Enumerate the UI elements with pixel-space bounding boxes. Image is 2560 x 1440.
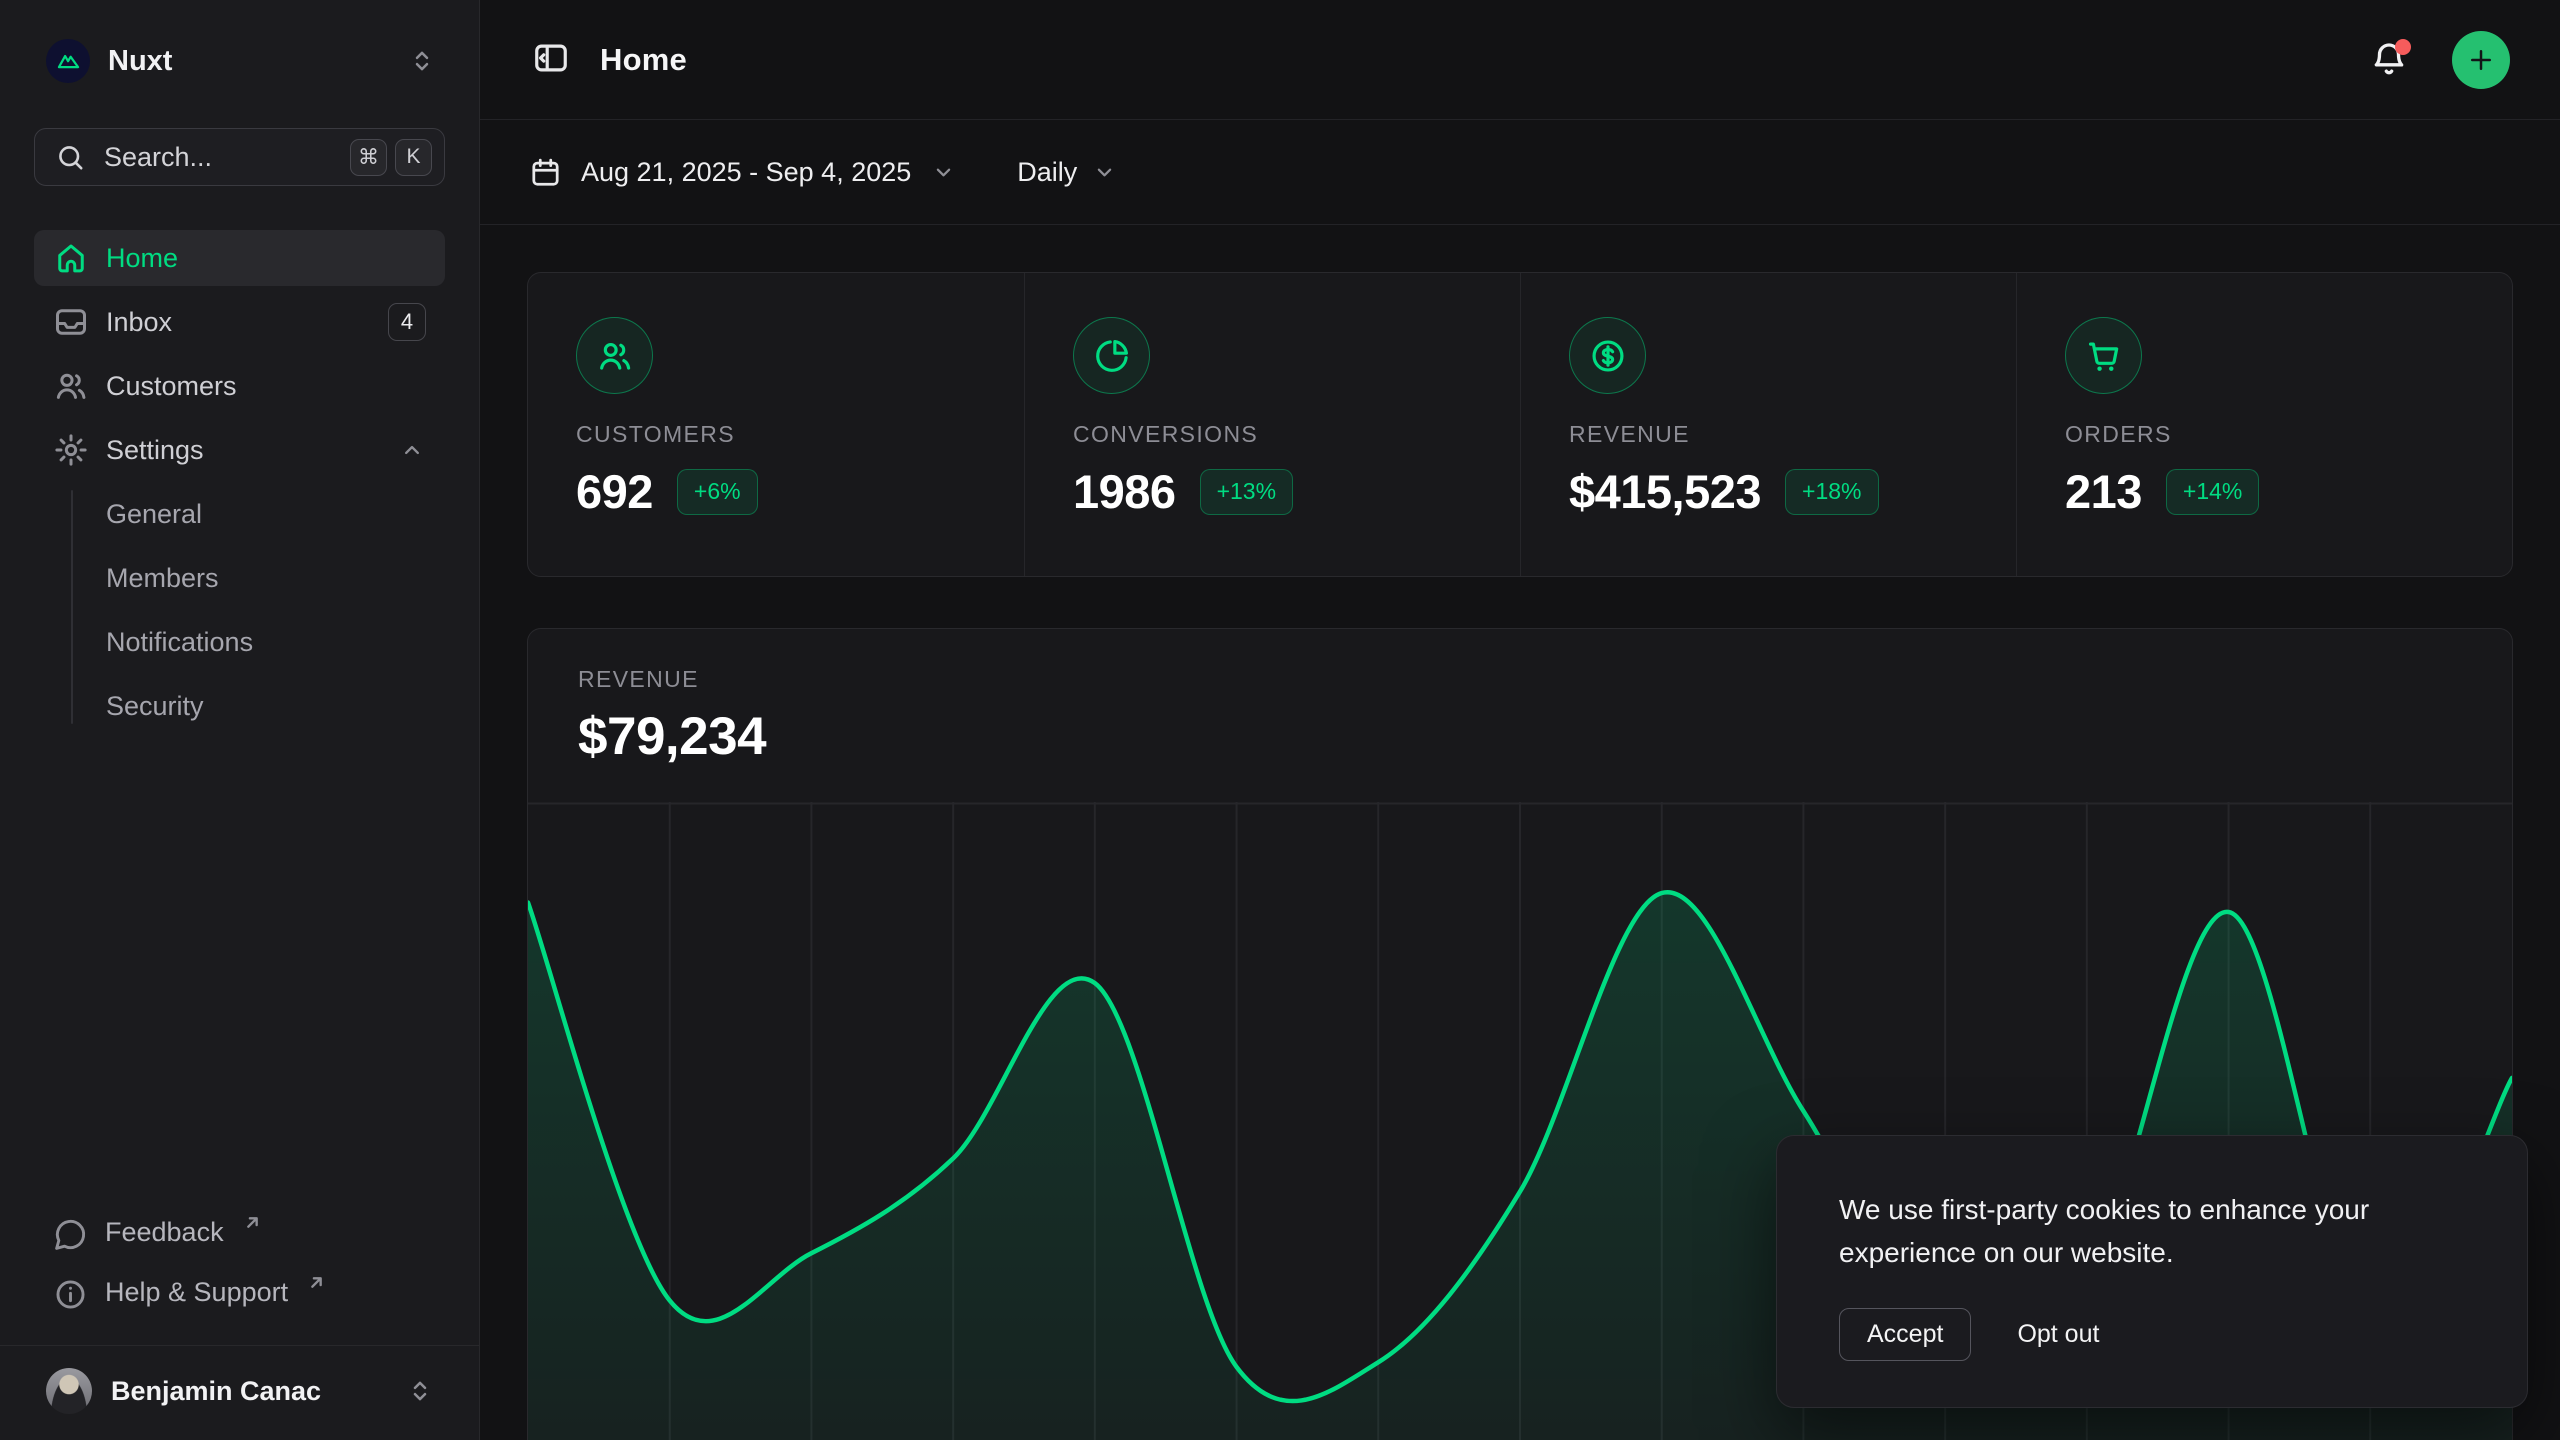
inbox-count-badge: 4	[388, 303, 426, 341]
sidebar-subitem-notifications[interactable]: Notifications	[34, 614, 445, 670]
kbd-k: K	[395, 139, 432, 176]
cookie-actions: Accept Opt out	[1839, 1308, 2465, 1361]
stats-summary-card: CUSTOMERS 692 +6% CONVERSIONS 1986 +13%	[527, 272, 2513, 577]
top-header: Home	[480, 0, 2560, 120]
sidebar-item-label: Settings	[106, 435, 204, 466]
accept-button[interactable]: Accept	[1839, 1308, 1971, 1361]
chevron-up-icon	[398, 436, 426, 464]
granularity-label: Daily	[1017, 157, 1077, 188]
avatar	[46, 1368, 92, 1414]
pie-chart-icon	[1093, 337, 1131, 375]
stat-value: $415,523	[1569, 464, 1761, 519]
header-actions	[2368, 31, 2510, 89]
stat-value: 213	[2065, 464, 2142, 519]
sidebar-item-label: Inbox	[106, 307, 172, 338]
stat-revenue[interactable]: REVENUE $415,523 +18%	[1520, 273, 2016, 576]
sidebar-item-label: Customers	[106, 371, 237, 402]
external-link-icon	[243, 1213, 262, 1232]
sidebar-subitem-security[interactable]: Security	[34, 678, 445, 734]
sidebar-item-label: Home	[106, 243, 178, 274]
chevron-down-icon	[1091, 159, 1118, 186]
filter-toolbar: Aug 21, 2025 - Sep 4, 2025 Daily	[480, 120, 2560, 225]
page-title: Home	[600, 42, 687, 78]
search-shortcut: ⌘ K	[350, 139, 432, 176]
collapse-sidebar-button[interactable]	[529, 38, 573, 82]
home-icon	[53, 240, 89, 276]
sidebar-item-home[interactable]: Home	[34, 230, 445, 286]
notification-dot	[2395, 39, 2411, 55]
stat-delta-badge: +6%	[677, 469, 758, 515]
stat-icon-circle	[576, 317, 653, 394]
date-range-label: Aug 21, 2025 - Sep 4, 2025	[581, 157, 911, 188]
chevrons-up-down-icon	[407, 46, 437, 76]
stat-value: 692	[576, 464, 653, 519]
sidebar-item-customers[interactable]: Customers	[34, 358, 445, 414]
shopping-cart-icon	[2085, 337, 2123, 375]
panel-left-icon	[532, 39, 570, 77]
feedback-link[interactable]: Feedback	[34, 1207, 445, 1263]
sidebar-subitem-members[interactable]: Members	[34, 550, 445, 606]
stat-value: 1986	[1073, 464, 1176, 519]
search-input[interactable]: Search... ⌘ K	[34, 128, 445, 186]
sidebar-subitem-general[interactable]: General	[34, 486, 445, 542]
revenue-chart-label: REVENUE	[578, 666, 2462, 693]
gear-icon	[53, 432, 89, 468]
stat-icon-circle	[2065, 317, 2142, 394]
cookie-message: We use first-party cookies to enhance yo…	[1839, 1188, 2465, 1275]
plus-icon	[2466, 45, 2496, 75]
stat-conversions[interactable]: CONVERSIONS 1986 +13%	[1024, 273, 1520, 576]
sidebar-footer: Feedback Help & Support	[34, 1207, 445, 1345]
stat-orders[interactable]: ORDERS 213 +14%	[2016, 273, 2512, 576]
sidebar-item-settings[interactable]: Settings	[34, 422, 445, 478]
user-menu[interactable]: Benjamin Canac	[34, 1346, 445, 1440]
users-icon	[596, 337, 634, 375]
add-button[interactable]	[2452, 31, 2510, 89]
workspace-name: Nuxt	[108, 45, 172, 78]
sidebar: Nuxt Search... ⌘ K Home Inbox 4	[0, 0, 480, 1440]
inbox-icon	[53, 304, 89, 340]
calendar-icon	[529, 156, 562, 189]
help-support-link[interactable]: Help & Support	[34, 1267, 445, 1323]
stat-icon-circle	[1569, 317, 1646, 394]
dollar-circle-icon	[1589, 337, 1627, 375]
stat-customers[interactable]: CUSTOMERS 692 +6%	[528, 273, 1024, 576]
sidebar-nav: Home Inbox 4 Customers Settings General …	[34, 230, 445, 734]
stat-label: CONVERSIONS	[1073, 421, 1472, 448]
external-link-icon	[307, 1273, 326, 1292]
stat-icon-circle	[1073, 317, 1150, 394]
kbd-cmd: ⌘	[350, 139, 387, 176]
cookie-banner: We use first-party cookies to enhance yo…	[1776, 1135, 2528, 1408]
stat-label: REVENUE	[1569, 421, 1968, 448]
nuxt-logo-icon	[46, 39, 90, 83]
search-icon	[55, 142, 86, 173]
sidebar-item-inbox[interactable]: Inbox 4	[34, 294, 445, 350]
notifications-button[interactable]	[2368, 39, 2410, 81]
search-placeholder: Search...	[104, 142, 212, 173]
workspace-switcher[interactable]: Nuxt	[34, 30, 445, 92]
chevrons-up-down-icon	[405, 1376, 435, 1406]
stat-label: ORDERS	[2065, 421, 2464, 448]
settings-subnav: General Members Notifications Security	[34, 486, 445, 734]
revenue-chart-value: $79,234	[578, 706, 2462, 767]
info-circle-icon	[53, 1277, 88, 1312]
stat-delta-badge: +18%	[1785, 469, 1878, 515]
chevron-down-icon	[930, 159, 957, 186]
help-support-label: Help & Support	[105, 1277, 288, 1308]
user-name: Benjamin Canac	[111, 1376, 321, 1407]
stat-delta-badge: +13%	[1200, 469, 1293, 515]
stat-label: CUSTOMERS	[576, 421, 976, 448]
feedback-label: Feedback	[105, 1217, 224, 1248]
date-range-button[interactable]: Aug 21, 2025 - Sep 4, 2025	[529, 156, 957, 189]
revenue-chart-header: REVENUE $79,234	[528, 629, 2512, 767]
users-icon	[53, 368, 89, 404]
granularity-select[interactable]: Daily	[1017, 157, 1118, 188]
stat-delta-badge: +14%	[2166, 469, 2259, 515]
opt-out-button[interactable]: Opt out	[2017, 1320, 2099, 1349]
chat-bubble-icon	[53, 1217, 88, 1252]
